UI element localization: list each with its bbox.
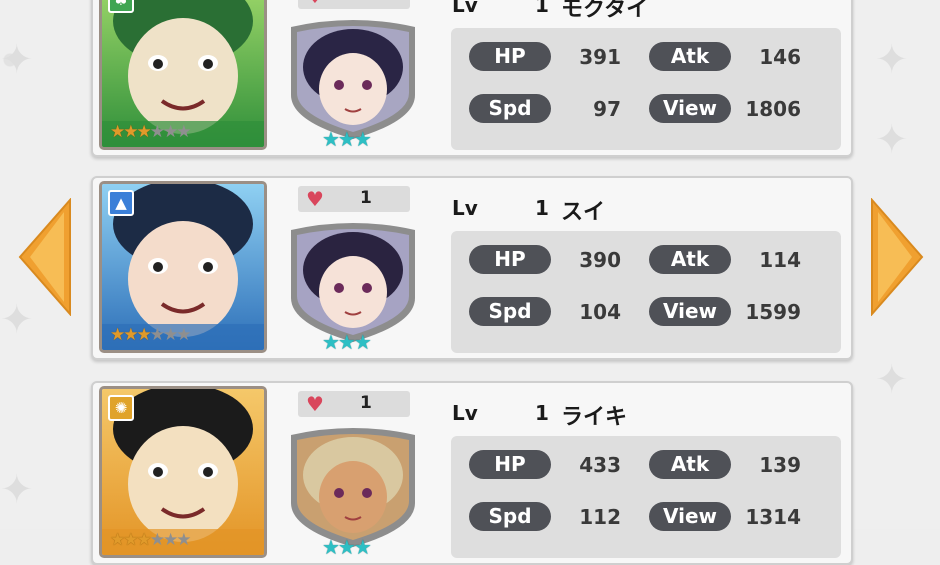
affection-bar: ♥ 1 [298,391,410,417]
star-filled-icon: ★ [136,530,152,550]
hp-label: HP [469,42,551,71]
sparkle-decoration: ✦ [875,117,909,163]
support-character-portrait[interactable] [283,425,423,549]
level-value: 1 [535,196,549,220]
next-page-arrow[interactable] [870,198,924,316]
sparkle-decoration: ✦ [0,37,34,83]
sparkle-decoration: ✦ [0,467,34,513]
heart-icon: ♥ [306,0,324,7]
sparkle-decoration: ✦ [875,37,909,83]
atk-label: Atk [649,245,731,274]
character-card[interactable]: ♣ ★★★★★★ ♥ ★★★ Lv 1 モクタイ HP 391 Atk 146 … [91,0,853,157]
affection-value: 1 [360,393,372,413]
star-empty-icon: ★ [163,530,178,550]
atk-value: 114 [759,248,801,272]
support-character-portrait[interactable] [283,17,423,141]
rarity-stars: ★★★ [322,330,372,354]
star-filled-icon: ★ [123,122,138,142]
level-value: 1 [535,401,549,425]
view-label: View [649,502,731,531]
hp-value: 391 [579,45,621,69]
star-filled-icon: ★ [110,530,125,550]
star-filled-icon: ★ [123,325,138,345]
stats-panel: HP 390 Atk 114 Spd 104 View 1599 [451,231,841,353]
hp-value: 390 [579,248,621,272]
character-portrait[interactable]: ♣ ★★★★★★ [99,0,267,150]
character-card[interactable]: ✺ ★★★★★★ ♥ 1 ★★★ Lv 1 ライキ HP 433 Atk 139… [91,381,853,565]
affection-bar: ♥ [298,0,410,9]
spd-label: Spd [469,94,551,123]
character-name: ライキ [561,405,628,430]
spd-label: Spd [469,297,551,326]
spd-label: Spd [469,502,551,531]
spd-value: 97 [593,97,621,121]
star-filled-icon: ★ [110,325,125,345]
hp-value: 433 [579,453,621,477]
atk-value: 139 [759,453,801,477]
character-card[interactable]: ▲ ★★★★★★ ♥ 1 ★★★ Lv 1 スイ HP 390 Atk 114 … [91,176,853,360]
view-value: 1599 [745,300,801,324]
star-empty-icon: ★ [149,325,165,345]
affection-value: 1 [360,188,372,208]
star-empty-icon: ★ [176,530,191,550]
view-value: 1314 [745,505,801,529]
atk-label: Atk [649,42,731,71]
character-name: モクタイ [561,0,649,22]
plant-icon: ♣ [108,0,134,13]
spd-value: 104 [579,300,621,324]
character-name: スイ [561,200,606,225]
star-empty-icon: ★ [176,122,191,142]
heart-icon: ♥ [306,392,324,416]
star-filled-icon: ★ [136,122,152,142]
view-value: 1806 [745,97,801,121]
stats-panel: HP 433 Atk 139 Spd 112 View 1314 [451,436,841,558]
star-filled-icon: ★ [123,530,138,550]
view-label: View [649,94,731,123]
star-empty-icon: ★ [163,325,178,345]
level-label: Lv [452,0,478,17]
character-portrait[interactable]: ▲ ★★★★★★ [99,181,267,353]
water-drop-icon: ▲ [108,190,134,216]
heart-icon: ♥ [306,187,324,211]
spd-value: 112 [579,505,621,529]
affection-bar: ♥ 1 [298,186,410,212]
level-value: 1 [535,0,549,17]
hp-label: HP [469,450,551,479]
support-character-portrait[interactable] [283,220,423,344]
star-rating: ★★★★★★ [110,325,192,345]
star-filled-icon: ★ [136,325,152,345]
atk-label: Atk [649,450,731,479]
character-portrait[interactable]: ✺ ★★★★★★ [99,386,267,558]
atk-value: 146 [759,45,801,69]
rarity-stars: ★★★ [322,535,372,559]
sun-icon: ✺ [108,395,134,421]
level-label: Lv [452,196,478,220]
hp-label: HP [469,245,551,274]
star-rating: ★★★★★★ [110,122,192,142]
previous-page-arrow[interactable] [18,198,72,316]
star-empty-icon: ★ [149,530,165,550]
level-label: Lv [452,401,478,425]
star-empty-icon: ★ [176,325,191,345]
star-empty-icon: ★ [163,122,178,142]
stats-panel: HP 391 Atk 146 Spd 97 View 1806 [451,28,841,150]
star-empty-icon: ★ [149,122,165,142]
sparkle-decoration: ✦ [875,357,909,403]
star-rating: ★★★★★★ [110,530,192,550]
view-label: View [649,297,731,326]
rarity-stars: ★★★ [322,127,372,151]
star-filled-icon: ★ [110,122,125,142]
